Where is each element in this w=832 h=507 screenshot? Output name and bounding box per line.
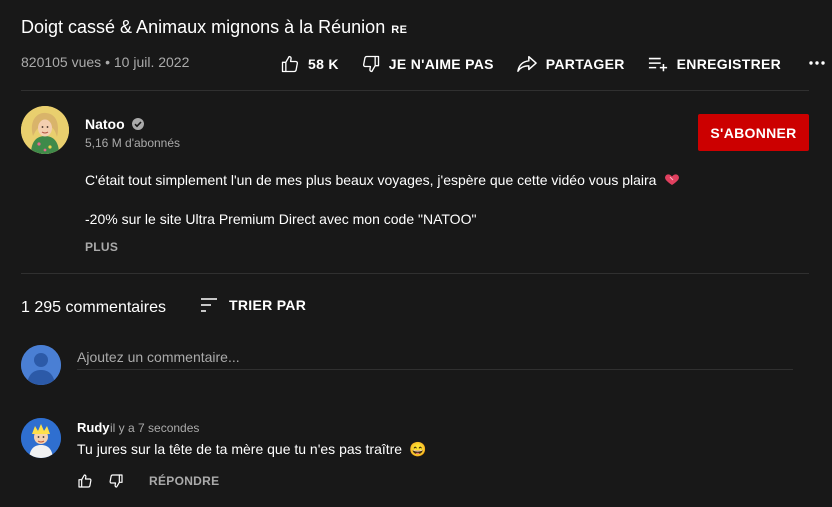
thumb-down-icon bbox=[362, 55, 379, 73]
verified-icon bbox=[131, 118, 144, 130]
comment-emoji: 😄 bbox=[409, 441, 427, 457]
playlist-add-icon bbox=[648, 57, 667, 72]
description-line-2: -20% sur le site Ultra Premium Direct av… bbox=[85, 211, 477, 227]
comment-time[interactable]: il y a 7 secondes bbox=[110, 421, 199, 435]
meta-separator: • bbox=[105, 54, 110, 70]
share-label: PARTAGER bbox=[545, 56, 625, 72]
divider bbox=[21, 273, 809, 274]
heart-icon bbox=[665, 174, 680, 185]
comment-like-button[interactable] bbox=[77, 473, 93, 494]
publish-date: 10 juil. 2022 bbox=[113, 54, 190, 70]
like-button[interactable]: 58 K bbox=[280, 54, 339, 74]
thumb-down-icon bbox=[109, 474, 123, 488]
save-label: ENREGISTRER bbox=[676, 56, 782, 72]
channel-avatar-image bbox=[21, 106, 69, 154]
comment-body: Tu jures sur la tête de ta mère que tu n… bbox=[77, 441, 403, 457]
comment-author[interactable]: Rudy bbox=[77, 420, 110, 435]
add-comment-input[interactable] bbox=[77, 345, 793, 370]
video-actions: 58 K JE N'AIME PAS PARTAGER ENREGISTRER bbox=[280, 53, 827, 75]
sort-label: TRIER PAR bbox=[229, 297, 307, 313]
comment-avatar-image bbox=[21, 418, 61, 458]
user-avatar bbox=[21, 345, 61, 385]
subscriber-count: 5,16 M d'abonnés bbox=[85, 136, 181, 150]
dislike-label: JE N'AIME PAS bbox=[388, 56, 494, 72]
title-badge: RE bbox=[391, 24, 408, 36]
view-count: 820105 vues bbox=[21, 54, 102, 70]
video-title-text: Doigt cassé & Animaux mignons à la Réuni… bbox=[21, 17, 386, 37]
more-actions-button[interactable] bbox=[807, 52, 827, 77]
channel-avatar[interactable] bbox=[21, 106, 69, 154]
comment-count: 1 295 commentaires bbox=[21, 299, 166, 316]
dislike-button[interactable]: JE N'AIME PAS bbox=[361, 54, 494, 74]
comment-dislike-button[interactable] bbox=[108, 473, 124, 494]
show-more-button[interactable]: PLUS bbox=[85, 240, 118, 254]
description-line-1: C'était tout simplement l'un de mes plus… bbox=[85, 172, 680, 188]
user-avatar-icon bbox=[21, 345, 61, 385]
comment-author-avatar[interactable] bbox=[21, 418, 61, 458]
sort-button[interactable]: TRIER PAR bbox=[200, 297, 306, 313]
share-button[interactable]: PARTAGER bbox=[516, 54, 625, 74]
comment-reply-button[interactable]: RÉPONDRE bbox=[149, 474, 219, 488]
thumb-up-icon bbox=[78, 474, 92, 488]
save-button[interactable]: ENREGISTRER bbox=[647, 54, 781, 74]
like-count: 58 K bbox=[308, 56, 339, 72]
divider bbox=[21, 90, 809, 91]
video-title: Doigt cassé & Animaux mignons à la Réuni… bbox=[21, 17, 407, 38]
sort-icon bbox=[201, 298, 217, 312]
comment-text: Tu jures sur la tête de ta mère que tu n… bbox=[77, 441, 426, 458]
subscribe-button[interactable]: S'ABONNER bbox=[698, 114, 809, 151]
share-icon bbox=[516, 56, 537, 73]
thumb-up-icon bbox=[281, 55, 299, 73]
description-text-1: C'était tout simplement l'un de mes plus… bbox=[85, 172, 657, 188]
channel-name-row: Natoo bbox=[85, 116, 145, 132]
video-meta: 820105 vues • 10 juil. 2022 bbox=[21, 54, 189, 70]
channel-name[interactable]: Natoo bbox=[85, 116, 125, 132]
more-icon bbox=[809, 60, 825, 65]
